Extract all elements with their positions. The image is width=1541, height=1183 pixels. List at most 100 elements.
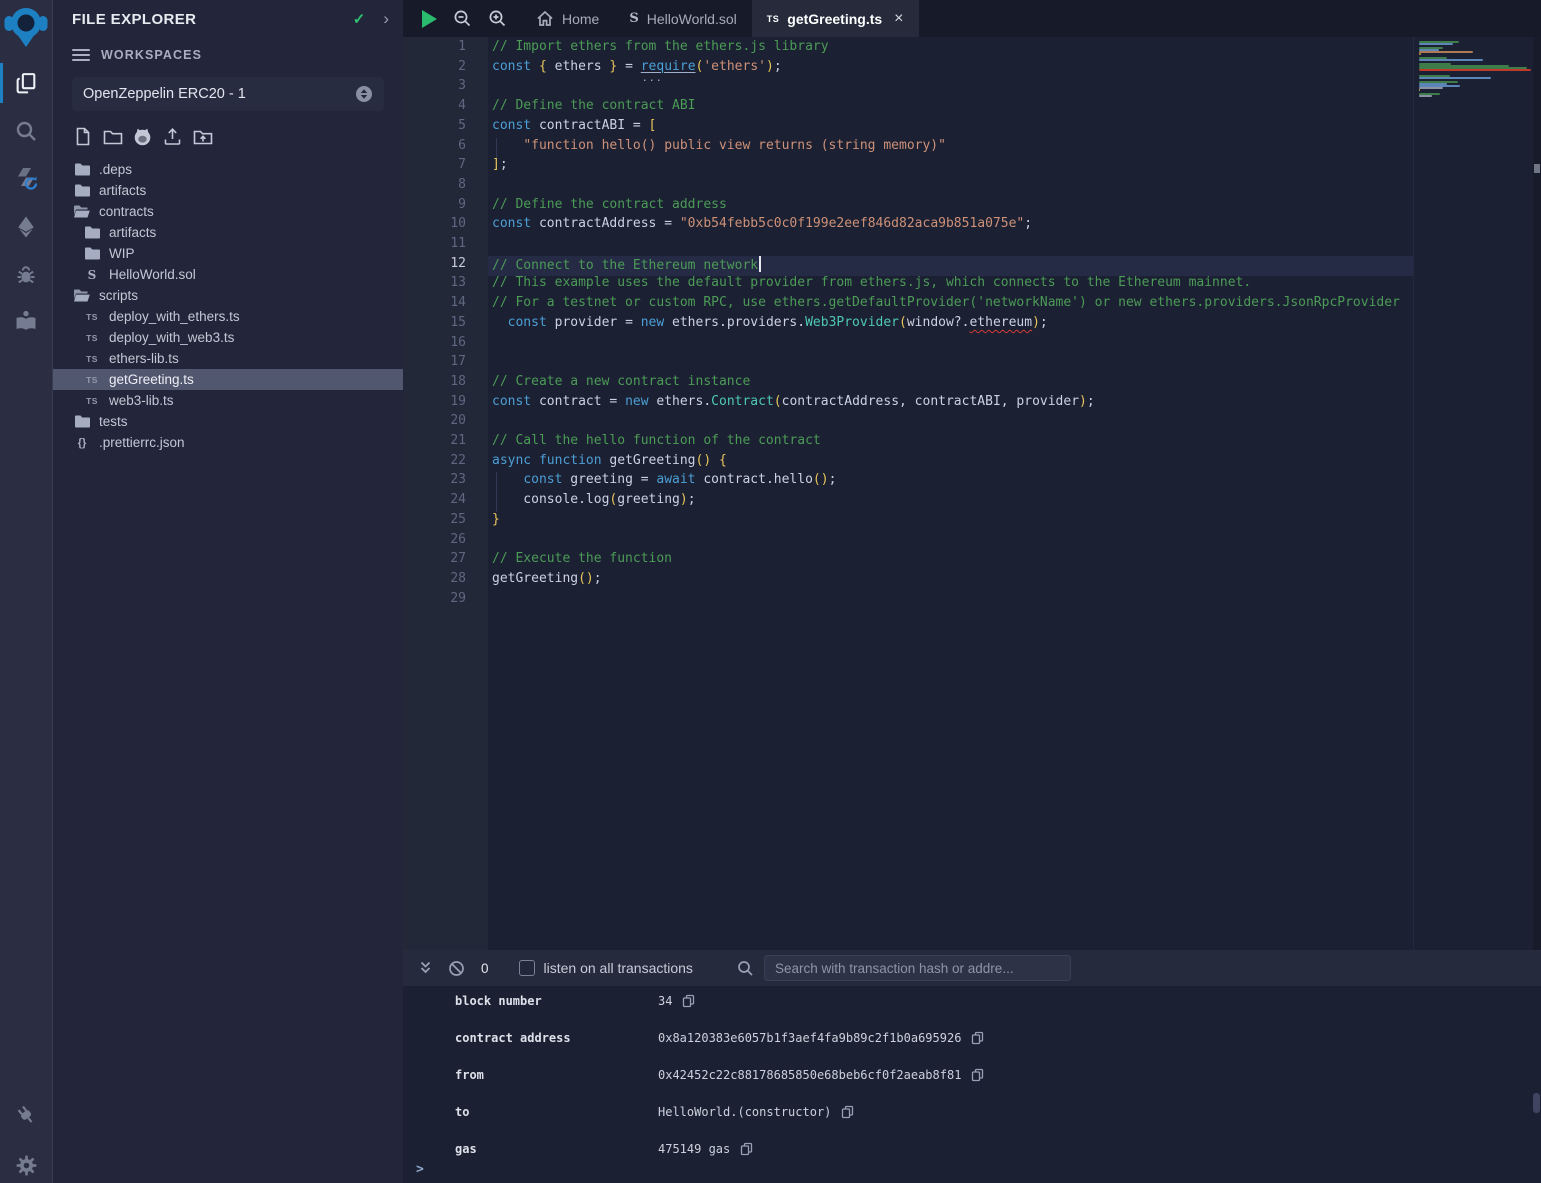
tree-item-tests[interactable]: tests: [53, 411, 403, 432]
copy-icon[interactable]: [971, 1031, 984, 1045]
terminal-collapse-icon[interactable]: [417, 960, 434, 976]
code-token: ethers: [547, 59, 610, 74]
debugger-icon[interactable]: [0, 252, 52, 298]
folder-open-icon: [73, 288, 91, 303]
line-number: 4: [458, 98, 466, 118]
code-line: // Define the contract ABI: [492, 98, 1413, 118]
code-token: ;: [594, 571, 602, 586]
code-token: 'ethers': [703, 59, 766, 74]
chevron-right-icon[interactable]: ›: [383, 9, 389, 29]
run-script-button[interactable]: [422, 10, 437, 28]
code-token: const: [508, 315, 547, 330]
code-token: Web3Provider: [805, 315, 899, 330]
upload-folder-icon[interactable]: [192, 126, 213, 147]
code-token: const: [523, 472, 562, 487]
copy-icon[interactable]: [841, 1105, 854, 1119]
file-explorer-icon[interactable]: [0, 60, 52, 106]
code-token: "0xb54febb5c0c0f199e2eef846d82aca9b851a0…: [680, 216, 1024, 231]
close-tab-icon[interactable]: ×: [894, 10, 903, 28]
tree-item-getgreeting-ts[interactable]: TSgetGreeting.ts: [53, 369, 403, 390]
editor-zoom-in-button[interactable]: [488, 9, 507, 28]
code-token: const: [492, 118, 531, 133]
tree-item-label: deploy_with_web3.ts: [109, 330, 234, 345]
github-icon[interactable]: [132, 126, 153, 147]
new-folder-icon[interactable]: [102, 126, 123, 147]
text-cursor: [759, 256, 761, 272]
line-number: 1: [458, 39, 466, 59]
settings-icon[interactable]: [0, 1142, 52, 1183]
line-number: 26: [450, 532, 466, 552]
solidity-compiler-icon[interactable]: [0, 156, 52, 202]
tree-item-artifacts[interactable]: artifacts: [53, 180, 403, 201]
tree-item-helloworld-sol[interactable]: SHelloWorld.sol: [53, 264, 403, 285]
copy-icon[interactable]: [682, 994, 695, 1008]
terminal-prompt: >: [416, 1162, 424, 1177]
tab-getgreeting-ts[interactable]: TS getGreeting.ts ×: [752, 0, 919, 37]
plugin-manager-icon[interactable]: [0, 1092, 52, 1138]
code-token: // This example uses the default provide…: [492, 275, 1251, 290]
code-token: await: [656, 472, 695, 487]
code-token: ethers.providers.: [664, 315, 805, 330]
copy-icon[interactable]: [740, 1142, 753, 1156]
terminal-row-value: 34: [658, 994, 672, 1008]
terminal-search-input[interactable]: [764, 955, 1071, 981]
cursor-overview-marker: [1534, 164, 1540, 173]
line-number: 16: [450, 335, 466, 355]
ts-icon: TS: [83, 396, 101, 406]
unit-testing-icon[interactable]: [0, 298, 52, 344]
line-number: 25: [450, 512, 466, 532]
copy-icon[interactable]: [971, 1068, 984, 1082]
code-token: // Call the hello function of the contra…: [492, 433, 821, 448]
minimap[interactable]: [1413, 37, 1533, 950]
code-line: const contract = new ethers.Contract(con…: [492, 394, 1413, 414]
tree-item-deploy-with-ethers-ts[interactable]: TSdeploy_with_ethers.ts: [53, 306, 403, 327]
code-editor[interactable]: 1234567891011121314151617181920212223242…: [403, 37, 1541, 950]
code-line: const provider = new ethers.providers.We…: [492, 315, 1413, 335]
search-icon[interactable]: [0, 108, 52, 154]
workspace-stepper-icon[interactable]: [355, 85, 373, 103]
line-number: 13: [450, 275, 466, 295]
tab-label: getGreeting.ts: [787, 11, 882, 27]
tree-item-deploy-with-web3-ts[interactable]: TSdeploy_with_web3.ts: [53, 327, 403, 348]
tab-home[interactable]: Home: [521, 0, 614, 37]
tree-item-contracts[interactable]: contracts: [53, 201, 403, 222]
line-number: 28: [450, 571, 466, 591]
code-token: // Define the contract ABI: [492, 98, 696, 113]
listen-transactions-checkbox[interactable]: [519, 960, 535, 976]
tree-item--deps[interactable]: .deps: [53, 159, 403, 180]
folder-icon: [83, 225, 101, 240]
code-line: ];: [492, 157, 1413, 177]
tab-helloworld-sol[interactable]: SHelloWorld.sol: [614, 0, 751, 37]
clear-console-icon[interactable]: [448, 960, 465, 977]
code-token: const: [492, 394, 531, 409]
code-token: ;: [1024, 216, 1032, 231]
workspaces-menu-icon[interactable]: [72, 49, 90, 61]
error-token: ethereum: [969, 315, 1032, 330]
ts-icon: TS: [767, 14, 780, 24]
tree-item--prettierrc-json[interactable]: {}.prettierrc.json: [53, 432, 403, 453]
code-token: new: [625, 394, 648, 409]
code-token: contract =: [531, 394, 625, 409]
tree-item-ethers-lib-ts[interactable]: TSethers-lib.ts: [53, 348, 403, 369]
check-icon[interactable]: ✓: [353, 10, 366, 28]
tab-label: HelloWorld.sol: [647, 11, 737, 27]
code-token: greeting =: [562, 472, 656, 487]
code-token: const: [492, 216, 531, 231]
file-explorer-header: FILE EXPLORER ✓ ›: [53, 0, 403, 38]
tree-item-web3-lib-ts[interactable]: TSweb3-lib.ts: [53, 390, 403, 411]
terminal-row-to: toHelloWorld.(constructor): [455, 1105, 854, 1119]
tree-item-label: .prettierrc.json: [99, 435, 185, 450]
terminal-row-value: HelloWorld.(constructor): [658, 1105, 831, 1119]
workspace-selector[interactable]: OpenZeppelin ERC20 - 1: [72, 77, 384, 111]
tree-item-artifacts[interactable]: artifacts: [53, 222, 403, 243]
tree-item-wip[interactable]: WIP: [53, 243, 403, 264]
editor-zoom-out-button[interactable]: [453, 9, 472, 28]
terminal-scrollbar-thumb[interactable]: [1533, 1093, 1540, 1113]
code-content[interactable]: // Import ethers from the ethers.js libr…: [488, 37, 1413, 950]
code-token: // Import ethers from the ethers.js libr…: [492, 39, 829, 54]
new-file-icon[interactable]: [72, 126, 93, 147]
deploy-and-run-icon[interactable]: [0, 204, 52, 250]
tree-item-scripts[interactable]: scripts: [53, 285, 403, 306]
upload-file-icon[interactable]: [162, 126, 183, 147]
remix-logo-icon[interactable]: [0, 3, 52, 49]
